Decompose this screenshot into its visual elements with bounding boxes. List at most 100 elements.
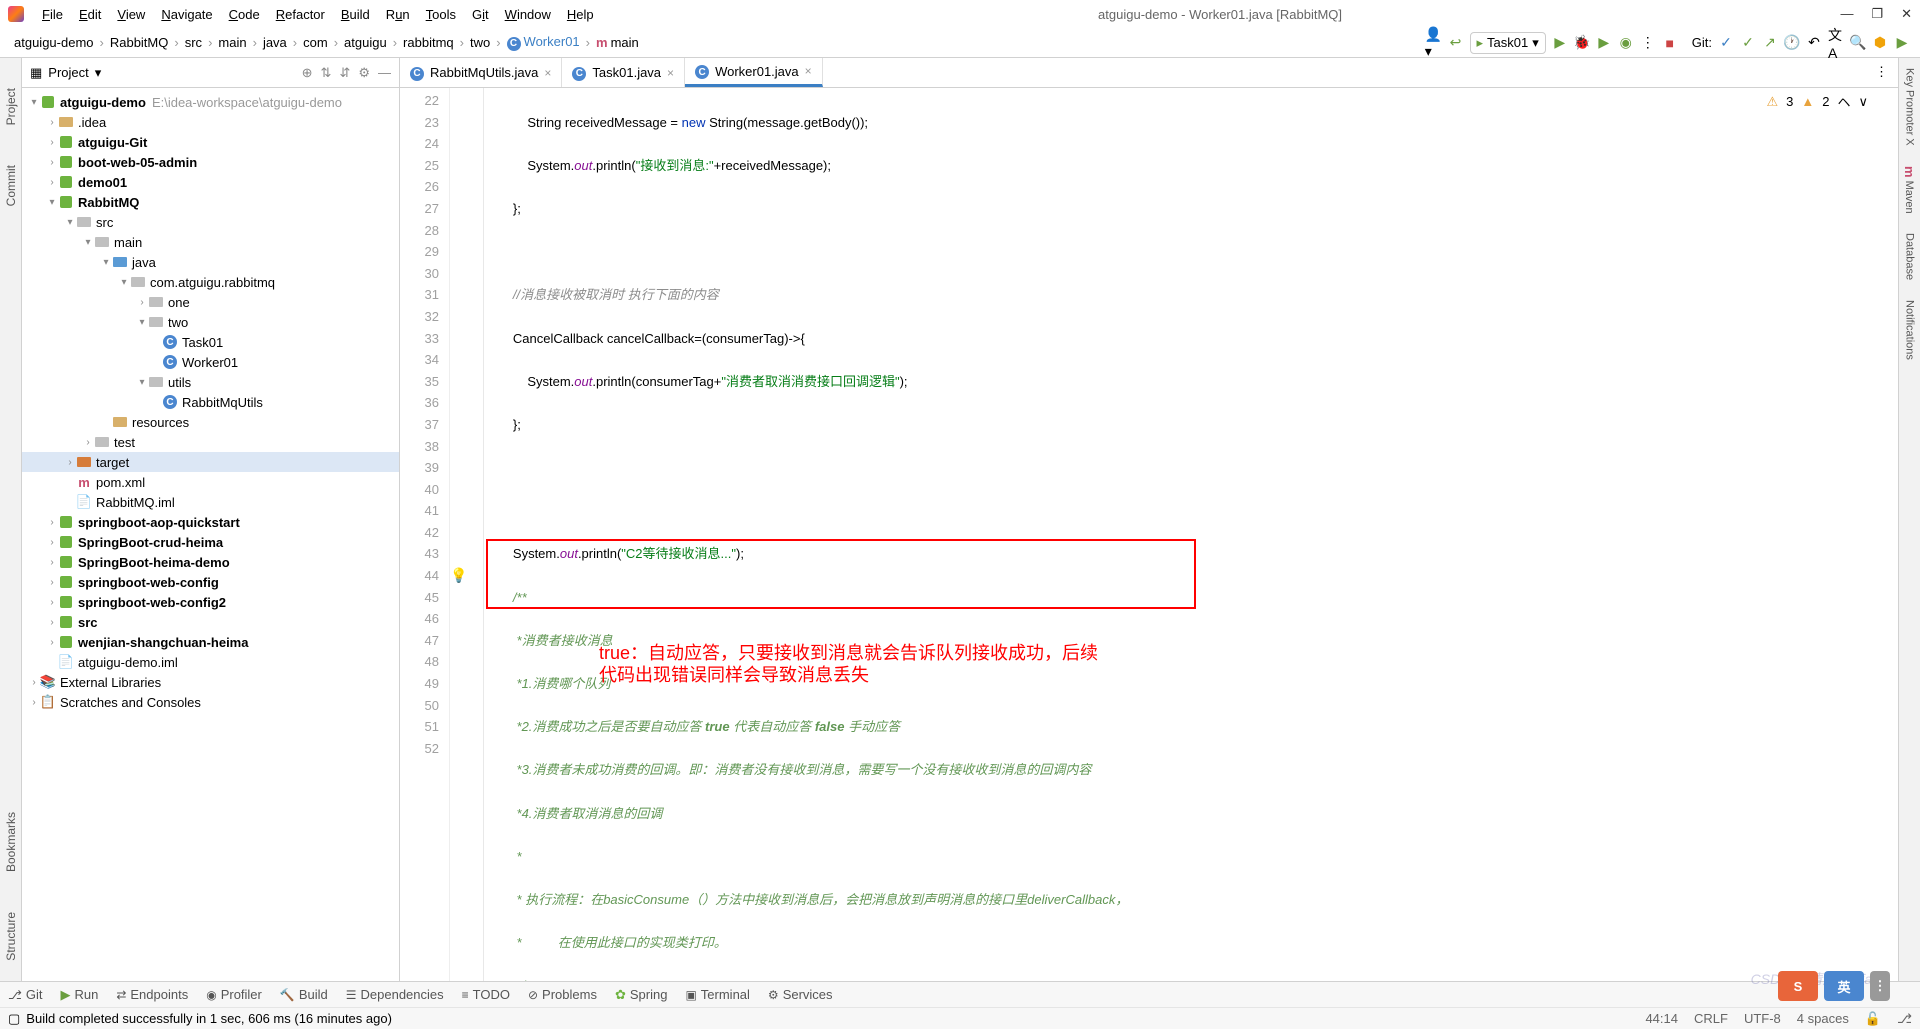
tree-scratches[interactable]: Scratches and Consoles [60, 695, 201, 710]
tree-main[interactable]: main [114, 235, 142, 250]
tree-utils[interactable]: utils [168, 375, 191, 390]
profile-icon[interactable]: ◉ [1618, 35, 1634, 51]
crumb-8[interactable]: two [466, 35, 494, 50]
git-update-icon[interactable]: ✓ [1718, 35, 1734, 51]
menu-view[interactable]: View [111, 5, 151, 24]
menu-tools[interactable]: Tools [420, 5, 462, 24]
branch-icon[interactable]: ⎇ [1897, 1011, 1912, 1027]
bt-deps[interactable]: ☰ Dependencies [346, 987, 444, 1002]
tree-worker01[interactable]: Worker01 [182, 355, 238, 370]
back-icon[interactable]: ↩ [1448, 35, 1464, 51]
menu-edit[interactable]: Edit [73, 5, 107, 24]
bt-build[interactable]: 🔨 Build [280, 987, 328, 1002]
tool-notifications[interactable]: Notifications [1904, 300, 1916, 360]
menu-file[interactable]: File [36, 5, 69, 24]
close-tab-icon[interactable]: × [544, 66, 551, 80]
readonly-icon[interactable]: 🔓 [1865, 1011, 1881, 1027]
status-icon[interactable]: ▢ [8, 1011, 20, 1027]
close-tab-icon[interactable]: × [805, 64, 812, 78]
indent[interactable]: 4 spaces [1797, 1011, 1849, 1027]
translate-icon[interactable]: 文A [1828, 35, 1844, 51]
tool-project[interactable]: Project [4, 88, 18, 125]
stop-icon[interactable]: ■ [1662, 35, 1678, 51]
run-config-select[interactable]: ▸Task01 ▾ [1470, 32, 1546, 54]
tool-keypromoter[interactable]: Key Promoter X [1904, 68, 1916, 146]
crumb-5[interactable]: com [299, 35, 332, 50]
encoding[interactable]: UTF-8 [1744, 1011, 1781, 1027]
tree-java[interactable]: java [132, 255, 156, 270]
intention-bulb-icon[interactable]: 💡 [450, 565, 470, 587]
coverage-icon[interactable]: ▶ [1596, 35, 1612, 51]
menu-window[interactable]: Window [499, 5, 557, 24]
bt-spring[interactable]: ✿ Spring [615, 987, 667, 1003]
crumb-0[interactable]: atguigu-demo [10, 35, 98, 50]
tree-atguigu-git[interactable]: atguigu-Git [78, 135, 147, 150]
crumb-1[interactable]: RabbitMQ [106, 35, 173, 50]
tree-sb-web2[interactable]: springboot-web-config2 [78, 595, 226, 610]
tree-one[interactable]: one [168, 295, 190, 310]
menu-code[interactable]: Code [223, 5, 266, 24]
tree-pkg[interactable]: com.atguigu.rabbitmq [150, 275, 275, 290]
debug-icon[interactable]: 🐞 [1574, 35, 1590, 51]
minimize-icon[interactable]: — [1840, 6, 1853, 22]
tree-pom[interactable]: pom.xml [96, 475, 145, 490]
tree-two[interactable]: two [168, 315, 188, 330]
ide-icon[interactable]: ⬢ [1872, 35, 1888, 51]
tool-commit[interactable]: Commit [4, 165, 18, 206]
menu-refactor[interactable]: Refactor [270, 5, 331, 24]
tree-resources[interactable]: resources [132, 415, 189, 430]
run-icon[interactable]: ▶ [1552, 35, 1568, 51]
caret-pos[interactable]: 44:14 [1645, 1011, 1678, 1027]
menu-git[interactable]: Git [466, 5, 495, 24]
tool-bookmarks[interactable]: Bookmarks [4, 812, 18, 872]
menu-build[interactable]: Build [335, 5, 376, 24]
crumb-10[interactable]: mmain [592, 35, 643, 50]
tree-idea[interactable]: .idea [78, 115, 106, 130]
tree-demo01[interactable]: demo01 [78, 175, 127, 190]
tree-task01[interactable]: Task01 [182, 335, 223, 350]
git-rollback-icon[interactable]: ↶ [1806, 35, 1822, 51]
project-dropdown-icon[interactable]: ▾ [95, 65, 102, 81]
crumb-6[interactable]: atguigu [340, 35, 391, 50]
tree-test[interactable]: test [114, 435, 135, 450]
crumb-4[interactable]: java [259, 35, 291, 50]
tab-1[interactable]: Task01.java× [562, 58, 685, 87]
fold-column[interactable] [470, 88, 484, 981]
settings-icon[interactable]: ⚙ [358, 65, 370, 81]
tool-database[interactable]: Database [1904, 233, 1916, 280]
tree-src[interactable]: src [96, 215, 113, 230]
close-icon[interactable]: ✕ [1901, 6, 1912, 22]
ime-icon[interactable]: S [1778, 971, 1818, 1001]
expand-icon[interactable]: ⇅ [321, 65, 332, 81]
tab-menu-icon[interactable]: ⋮ [1875, 64, 1888, 79]
tab-0[interactable]: RabbitMqUtils.java× [400, 58, 562, 87]
bt-profiler[interactable]: ◉ Profiler [206, 987, 262, 1002]
git-commit-icon[interactable]: ✓ [1740, 35, 1756, 51]
tab-2[interactable]: Worker01.java× [685, 58, 823, 87]
bt-run[interactable]: ▶ Run [60, 987, 98, 1003]
tree-sb-heima[interactable]: SpringBoot-heima-demo [78, 555, 230, 570]
tree-ext-lib[interactable]: External Libraries [60, 675, 161, 690]
search-icon[interactable]: 🔍 [1850, 35, 1866, 51]
tree-iml[interactable]: RabbitMQ.iml [96, 495, 175, 510]
crumb-7[interactable]: rabbitmq [399, 35, 458, 50]
tree-wenjian[interactable]: wenjian-shangchuan-heima [78, 635, 248, 650]
user-icon[interactable]: 👤▾ [1426, 35, 1442, 51]
tree-sb-web[interactable]: springboot-web-config [78, 575, 219, 590]
bt-todo[interactable]: ≡ TODO [462, 987, 510, 1002]
close-tab-icon[interactable]: × [667, 66, 674, 80]
tree-sb-aop[interactable]: springboot-aop-quickstart [78, 515, 240, 530]
run-anything-icon[interactable]: ▶ [1894, 35, 1910, 51]
tree-rabbitmq[interactable]: RabbitMQ [78, 195, 139, 210]
tree-demo-iml[interactable]: atguigu-demo.iml [78, 655, 178, 670]
tree-sb-crud[interactable]: SpringBoot-crud-heima [78, 535, 223, 550]
menu-run[interactable]: Run [380, 5, 416, 24]
git-push-icon[interactable]: ↗ [1762, 35, 1778, 51]
locate-icon[interactable]: ⊕ [302, 65, 313, 81]
project-tree[interactable]: ▾atguigu-demoE:\idea-workspace\atguigu-d… [22, 88, 399, 981]
crumb-3[interactable]: main [214, 35, 250, 50]
menu-navigate[interactable]: Navigate [155, 5, 218, 24]
tree-root[interactable]: atguigu-demo [60, 95, 146, 110]
bt-endpoints[interactable]: ⇄ Endpoints [116, 987, 188, 1002]
tool-maven[interactable]: m Maven [1902, 166, 1917, 214]
